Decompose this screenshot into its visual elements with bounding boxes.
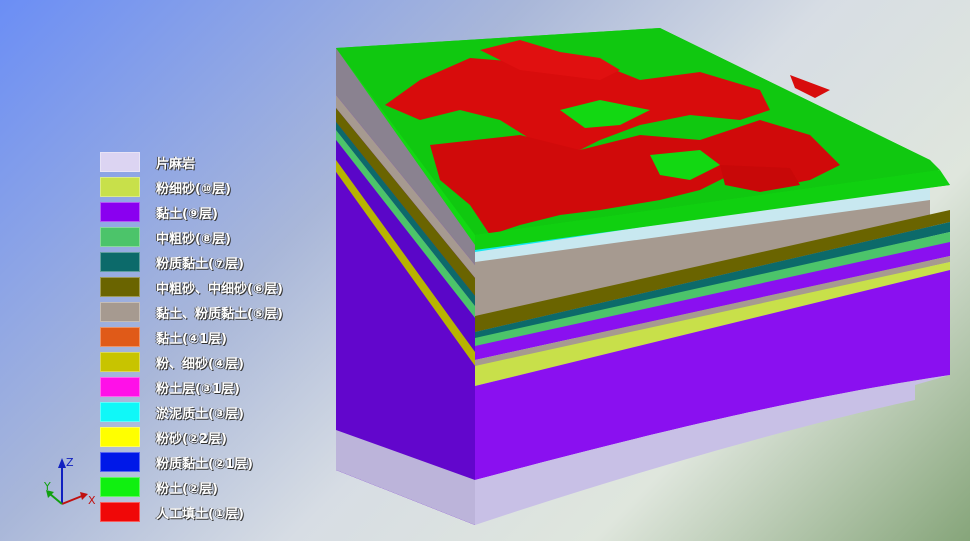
legend-label: 粉质黏土(②1层): [156, 457, 253, 472]
legend-label: 人工填土(①层): [156, 507, 244, 522]
legend-swatch: [100, 402, 140, 422]
legend-label: 粉砂(②2层): [156, 432, 227, 447]
legend-item: 粉质黏土(②1层): [100, 452, 360, 472]
legend-swatch: [100, 277, 140, 297]
legend-item: 中粗砂、中细砂(⑥层): [100, 277, 360, 297]
legend-item: 黏土(④1层): [100, 327, 360, 347]
z-axis-arrow: [58, 458, 66, 468]
legend-swatch: [100, 252, 140, 272]
legend-swatch: [100, 377, 140, 397]
legend-item: 中粗砂(⑧层): [100, 227, 360, 247]
legend-label: 粉土层(③1层): [156, 382, 240, 397]
axis-triad: Z Y X: [43, 456, 96, 507]
legend-label: 中粗砂、中细砂(⑥层): [156, 282, 283, 297]
legend-item: 粉砂(②2层): [100, 427, 360, 447]
legend-swatch: [100, 202, 140, 222]
legend-swatch: [100, 477, 140, 497]
legend-swatch: [100, 427, 140, 447]
legend-label: 粉土(②层): [156, 482, 218, 497]
legend-label: 片麻岩: [156, 157, 196, 172]
3d-viewport[interactable]: 片麻岩粉细砂(⑩层) 黏土(⑨层) 中粗砂(⑧层) 粉质黏土(⑦层) 中粗砂、中细砂(⑥…: [0, 0, 970, 541]
legend-label: 黏土(⑨层): [156, 207, 218, 222]
legend-swatch: [100, 327, 140, 347]
legend-item: 粉土(②层): [100, 477, 360, 497]
legend-item: 黏土、粉质黏土(⑤层): [100, 302, 360, 322]
legend-swatch: [100, 152, 140, 172]
legend-label: 黏土、粉质黏土(⑤层): [156, 307, 283, 322]
legend-label: 粉细砂(⑩层): [156, 182, 231, 197]
legend-label: 粉、细砂(④层): [156, 357, 244, 372]
legend-item: 粉质黏土(⑦层): [100, 252, 360, 272]
legend-item: 粉土层(③1层): [100, 377, 360, 397]
legend-item: 粉细砂(⑩层): [100, 177, 360, 197]
legend-item: 淤泥质土(③层): [100, 402, 360, 422]
legend-item: 人工填土(①层): [100, 502, 360, 522]
legend-label: 淤泥质土(③层): [156, 407, 244, 422]
legend-label: 黏土(④1层): [156, 332, 227, 347]
legend-swatch: [100, 352, 140, 372]
legend-item: 黏土(⑨层): [100, 202, 360, 222]
legend-item: 粉、细砂(④层): [100, 352, 360, 372]
z-axis-label: Z: [66, 456, 74, 469]
y-axis-line: [49, 493, 63, 505]
x-axis-line: [61, 495, 83, 505]
legend-swatch: [100, 227, 140, 247]
legend-swatch: [100, 177, 140, 197]
legend-item: 片麻岩: [100, 152, 360, 172]
legend-swatch: [100, 452, 140, 472]
legend-swatch: [100, 302, 140, 322]
x-axis-label: X: [88, 494, 96, 507]
y-axis-label: Y: [43, 480, 51, 493]
legend-label: 中粗砂(⑧层): [156, 232, 231, 247]
legend-label: 粉质黏土(⑦层): [156, 257, 244, 272]
legend-swatch: [100, 502, 140, 522]
x-axis-arrow: [80, 492, 88, 500]
